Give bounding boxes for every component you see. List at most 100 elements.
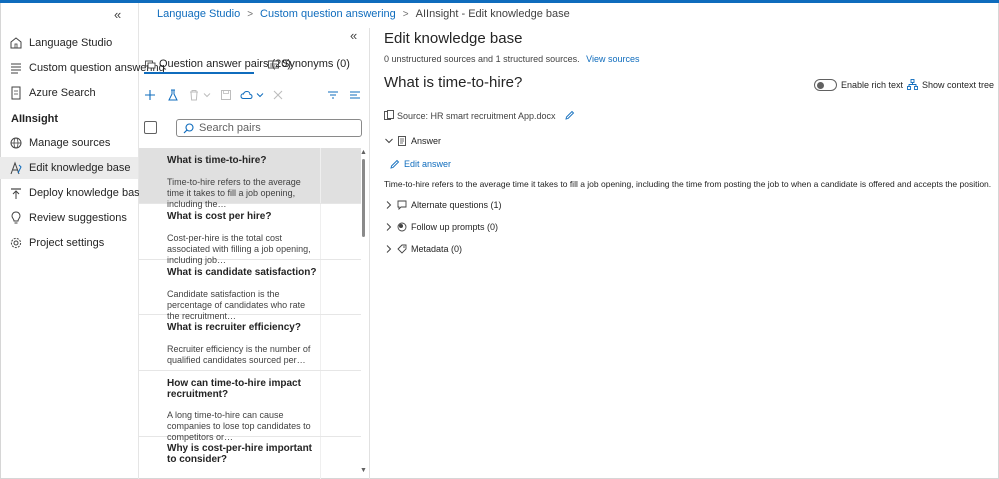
nav-item-edit-knowledge-base[interactable]: Edit knowledge base [0,157,138,179]
select-all-checkbox[interactable] [144,121,157,134]
chevron-down-icon [256,93,264,98]
sort-lines-icon [350,91,360,99]
left-navigation: « Language Studio Custom question answer… [0,3,165,479]
row-divider [320,371,321,436]
chevron-right-icon: > [247,8,254,20]
deploy-icon [11,188,21,199]
list-item[interactable]: What is candidate satisfaction? Candidat… [139,260,361,321]
show-context-tree-button[interactable]: Show context tree [907,79,994,90]
nav-label: Project settings [29,237,105,249]
edit-answer-label: Edit answer [404,159,452,169]
list-item[interactable]: What is recruiter efficiency? Recruiter … [139,315,361,371]
alternate-questions-label: Alternate questions (1) [411,200,502,210]
tag-icon [397,244,407,254]
chevron-right-icon [386,201,392,209]
scroll-down-icon[interactable]: ▼ [360,467,367,474]
synonyms-icon [268,60,279,68]
nav-label: Deploy knowledge base [29,187,146,199]
follow-up-prompts-toggle[interactable]: Follow up prompts (0) [384,222,498,232]
chevron-right-icon [386,223,392,231]
flask-icon [168,89,178,101]
collapse-nav-icon[interactable]: « [114,7,121,22]
nav-label: Azure Search [29,87,96,99]
search-pairs-input[interactable] [199,122,349,134]
nav-item-language-studio[interactable]: Language Studio [0,32,138,54]
scroll-up-icon[interactable]: ▲ [360,149,367,156]
breadcrumb: Language Studio > Custom question answer… [157,8,570,20]
list-item[interactable]: How can time-to-hire impact recruitment?… [139,371,361,442]
collapse-panel-icon[interactable]: « [350,28,357,43]
nav-item-custom-question-answering[interactable]: Custom question answering [0,57,165,79]
clear-button[interactable] [272,86,284,104]
filter-icon [328,91,338,99]
pair-question: How can time-to-hire impact recruitment? [167,378,301,400]
nav-item-review-suggestions[interactable]: Review suggestions [0,207,138,229]
row-divider [320,204,321,259]
breadcrumb-current: AIInsight - Edit knowledge base [415,8,570,20]
list-item[interactable]: What is time-to-hire? Time-to-hire refer… [139,148,361,209]
pair-question: What is time-to-hire? [167,155,267,166]
sort-button[interactable] [349,86,361,104]
source-line: Source: HR smart recruitment App.docx [384,110,575,121]
trash-icon [190,90,198,101]
delete-button[interactable] [188,86,211,104]
source-text: Source: HR smart recruitment App.docx [397,110,556,121]
project-section-title: AIInsight [11,113,59,125]
pairs-list: What is time-to-hire? Time-to-hire refer… [139,148,361,479]
home-icon [10,37,22,49]
nav-item-project-settings[interactable]: Project settings [0,232,138,254]
row-divider [320,315,321,370]
follow-up-prompts-label: Follow up prompts (0) [411,222,499,232]
edit-answer-button[interactable]: Edit answer [390,159,451,169]
metadata-toggle[interactable]: Metadata (0) [384,244,462,254]
filter-button[interactable] [327,86,339,104]
scrollbar-thumb[interactable] [362,159,365,237]
view-sources-link[interactable]: View sources [586,54,639,64]
add-pair-button[interactable] [144,86,156,104]
pair-question: Why is cost-per-hire important to consid… [167,443,313,465]
sources-summary: 0 unstructured sources and 1 structured … [384,54,639,64]
chevron-right-icon: > [402,8,409,20]
rich-text-toggle[interactable] [814,79,837,91]
plus-icon [145,90,155,100]
toggle-knob [817,82,824,89]
pencil-icon [390,159,400,169]
main-content: Edit knowledge base 0 unstructured sourc… [371,28,998,479]
test-button[interactable] [167,86,179,104]
prompt-icon [397,222,407,232]
alternate-questions-toggle[interactable]: Alternate questions (1) [384,200,502,210]
search-icon [183,122,194,133]
pair-question: What is candidate satisfaction? [167,267,317,278]
rich-text-label: Enable rich text [841,80,904,90]
globe-icon [10,137,22,149]
context-tree-label: Show context tree [922,79,995,90]
row-divider [320,437,321,479]
nav-label: Review suggestions [29,212,127,224]
page-title: Edit knowledge base [384,30,523,47]
sources-count-text: 0 unstructured sources and 1 structured … [384,54,580,64]
answer-document-icon [398,136,406,146]
list-item[interactable]: What is cost per hire? Cost-per-hire is … [139,204,361,265]
edit-source-icon[interactable] [564,110,575,121]
lightbulb-icon [11,211,21,224]
list-item[interactable]: Why is cost-per-hire important to consid… [139,437,361,479]
tab-synonyms[interactable]: Synonyms (0) [268,55,350,73]
metadata-label: Metadata (0) [411,244,463,254]
nav-label: Manage sources [29,137,111,149]
nav-label: Edit knowledge base [29,162,131,174]
nav-item-deploy-knowledge-base[interactable]: Deploy knowledge base [0,182,146,204]
question-title: What is time-to-hire? [384,74,523,91]
upload-button[interactable] [240,86,264,104]
settings-icon [10,237,22,249]
row-divider [320,260,321,314]
nav-label: Language Studio [29,37,113,49]
tree-icon [907,79,918,90]
breadcrumb-language-studio[interactable]: Language Studio [157,8,240,20]
nav-item-azure-search[interactable]: Azure Search [0,82,138,104]
answer-section-toggle[interactable]: Answer [384,136,441,146]
breadcrumb-custom-question-answering[interactable]: Custom question answering [260,8,396,20]
source-document-icon [384,110,394,120]
nav-item-manage-sources[interactable]: Manage sources [0,132,138,154]
save-button[interactable] [220,86,232,104]
list-icon [11,63,21,74]
